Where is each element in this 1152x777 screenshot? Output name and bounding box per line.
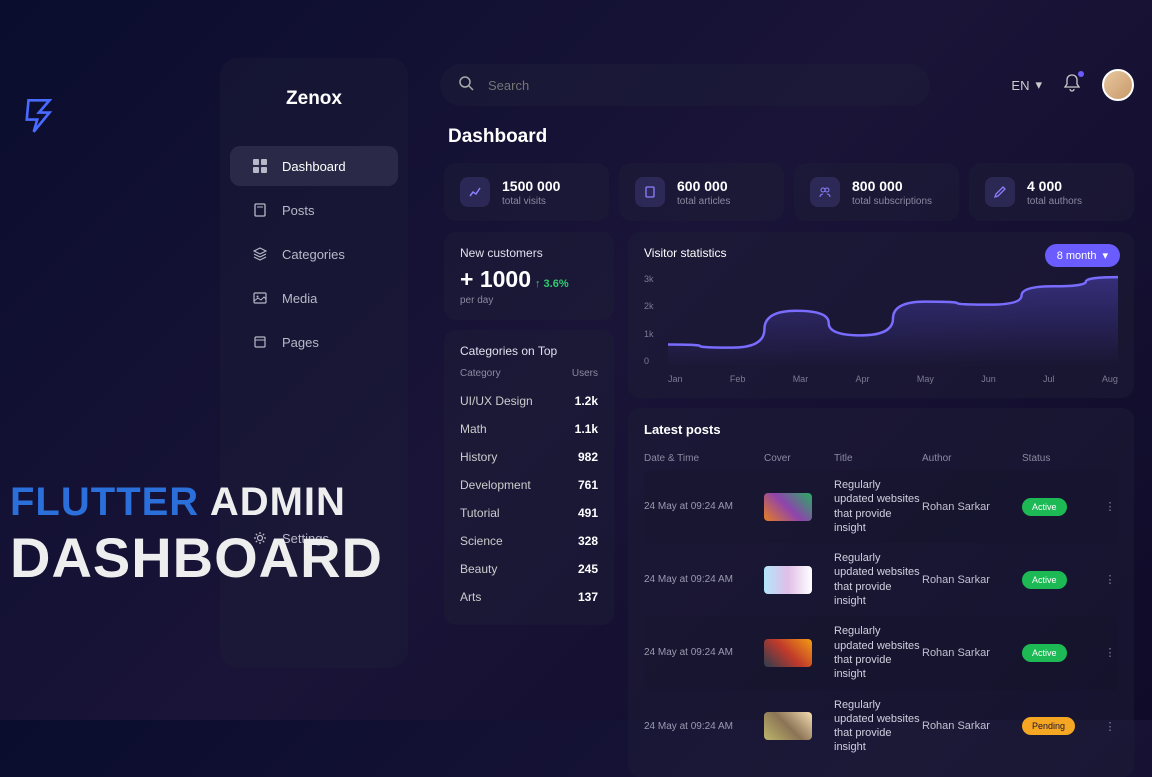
post-cover-thumbnail bbox=[764, 566, 812, 594]
language-selector[interactable]: EN ▾ bbox=[1011, 77, 1042, 93]
categories-card: Categories on Top CategoryUsers UI/UX De… bbox=[444, 330, 614, 625]
stat-subscriptions: 800 000total subscriptions bbox=[794, 163, 959, 221]
category-row[interactable]: History982 bbox=[460, 443, 598, 471]
stat-row: 1500 000total visits 600 000total articl… bbox=[444, 163, 1134, 221]
search-box[interactable] bbox=[440, 64, 930, 106]
sidebar-item-label: Pages bbox=[282, 335, 319, 350]
brand-name: Zenox bbox=[220, 88, 408, 110]
status-badge: Active bbox=[1022, 498, 1067, 516]
layers-icon bbox=[252, 246, 268, 262]
visitor-stats-card: Visitor statistics 8 month ▾ 3k2k1k0 Jan… bbox=[628, 232, 1134, 398]
sidebar-item-categories[interactable]: Categories bbox=[230, 234, 398, 274]
folder-icon bbox=[252, 334, 268, 350]
new-customers-card: New customers + 1000↑ 3.6% per day bbox=[444, 232, 614, 320]
page-title: Dashboard bbox=[448, 126, 547, 148]
article-icon bbox=[635, 177, 665, 207]
post-cover-thumbnail bbox=[764, 712, 812, 740]
latest-posts-card: Latest posts Date & Time Cover Title Aut… bbox=[628, 408, 1134, 777]
category-row[interactable]: UI/UX Design1.2k bbox=[460, 387, 598, 415]
notifications-button[interactable] bbox=[1062, 73, 1082, 98]
post-cover-thumbnail bbox=[764, 493, 812, 521]
stat-articles: 600 000total articles bbox=[619, 163, 784, 221]
sidebar-item-dashboard[interactable]: Dashboard bbox=[230, 146, 398, 186]
chevron-down-icon: ▾ bbox=[1102, 249, 1108, 262]
sidebar-item-settings[interactable]: Settings bbox=[230, 518, 398, 558]
sidebar-item-pages[interactable]: Pages bbox=[230, 322, 398, 362]
category-row[interactable]: Science328 bbox=[460, 527, 598, 555]
post-row[interactable]: 24 May at 09:24 AM Regularly updated web… bbox=[644, 616, 1118, 689]
sidebar-item-media[interactable]: Media bbox=[230, 278, 398, 318]
more-icon[interactable]: ⋮ bbox=[1102, 573, 1118, 586]
sidebar: Zenox Dashboard Posts Categories Media P… bbox=[220, 58, 408, 668]
status-badge: Active bbox=[1022, 644, 1067, 662]
category-row[interactable]: Arts137 bbox=[460, 583, 598, 611]
users-icon bbox=[810, 177, 840, 207]
sidebar-item-label: Settings bbox=[282, 531, 329, 546]
image-icon bbox=[252, 290, 268, 306]
sidebar-item-posts[interactable]: Posts bbox=[230, 190, 398, 230]
sidebar-item-label: Media bbox=[282, 291, 317, 306]
pen-icon bbox=[985, 177, 1015, 207]
post-cover-thumbnail bbox=[764, 639, 812, 667]
status-badge: Active bbox=[1022, 571, 1067, 589]
sidebar-item-label: Dashboard bbox=[282, 159, 346, 174]
chart-icon bbox=[460, 177, 490, 207]
chevron-down-icon: ▾ bbox=[1035, 77, 1042, 93]
stat-visits: 1500 000total visits bbox=[444, 163, 609, 221]
post-row[interactable]: 24 May at 09:24 AM Regularly updated web… bbox=[644, 470, 1118, 543]
more-icon[interactable]: ⋮ bbox=[1102, 646, 1118, 659]
sidebar-item-label: Categories bbox=[282, 247, 345, 262]
more-icon[interactable]: ⋮ bbox=[1102, 720, 1118, 733]
chart-range-selector[interactable]: 8 month ▾ bbox=[1045, 244, 1120, 267]
search-input[interactable] bbox=[488, 78, 912, 93]
sidebar-item-label: Posts bbox=[282, 203, 315, 218]
category-row[interactable]: Beauty245 bbox=[460, 555, 598, 583]
post-row[interactable]: 24 May at 09:24 AM Regularly updated web… bbox=[644, 543, 1118, 616]
post-row[interactable]: 24 May at 09:24 AM Regularly updated web… bbox=[644, 690, 1118, 763]
document-icon bbox=[252, 202, 268, 218]
search-icon bbox=[458, 75, 474, 96]
category-row[interactable]: Development761 bbox=[460, 471, 598, 499]
avatar[interactable] bbox=[1102, 69, 1134, 101]
gear-icon bbox=[252, 530, 268, 546]
more-icon[interactable]: ⋮ bbox=[1102, 500, 1118, 513]
notification-dot bbox=[1078, 71, 1084, 77]
grid-icon bbox=[252, 158, 268, 174]
app-logo bbox=[18, 95, 60, 142]
stat-authors: 4 000total authors bbox=[969, 163, 1134, 221]
category-row[interactable]: Math1.1k bbox=[460, 415, 598, 443]
topbar: EN ▾ bbox=[440, 64, 1134, 106]
category-row[interactable]: Tutorial491 bbox=[460, 499, 598, 527]
